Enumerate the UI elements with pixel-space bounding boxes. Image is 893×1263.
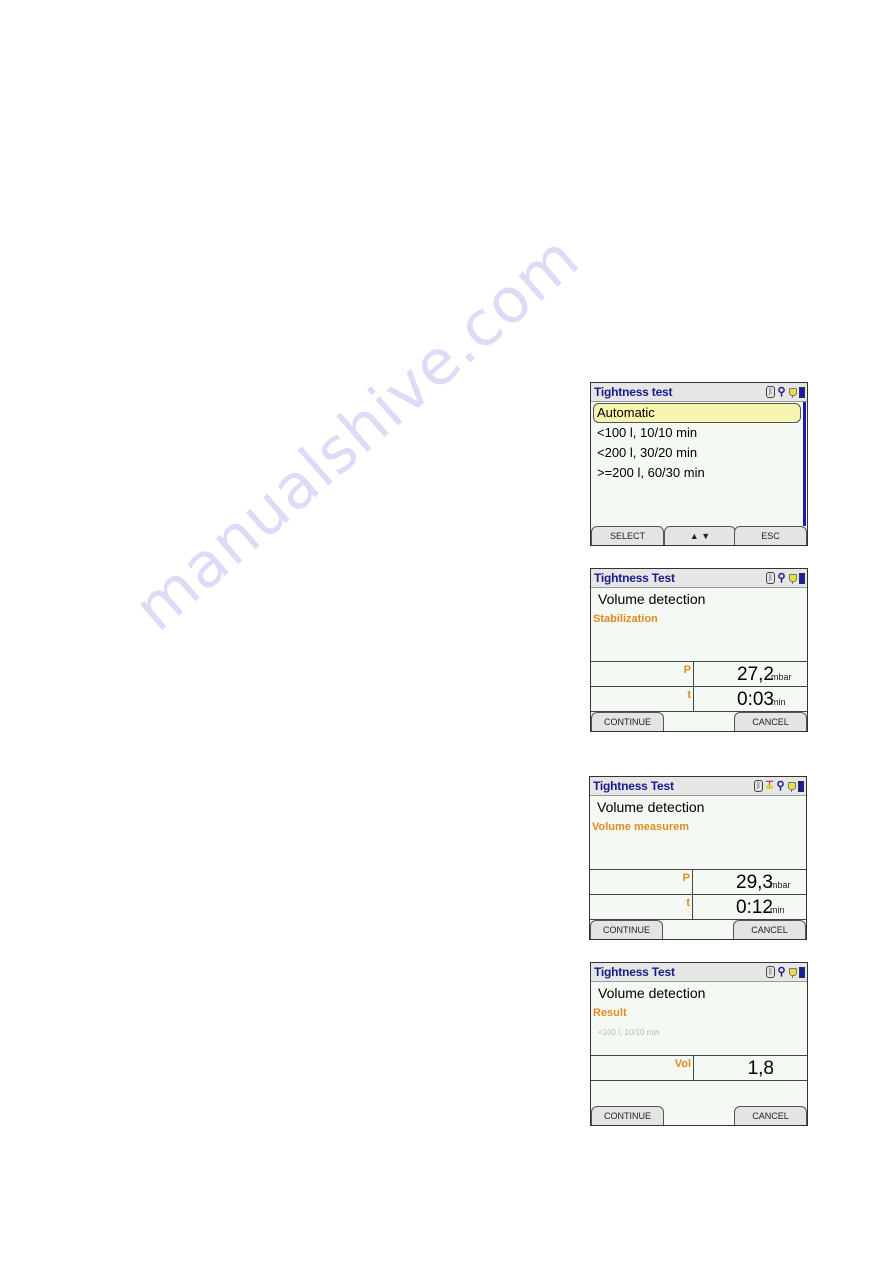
- volume-row: Vol 1,8 l: [591, 1055, 807, 1081]
- phase-label: Stabilization: [593, 613, 658, 625]
- screen-tightness-test-menu: Tightness test ᛒ ⚲ Automatic <100 l, 10/…: [590, 382, 808, 546]
- pressure-value: 27,2: [737, 664, 774, 685]
- watermark: manualshive.com: [120, 220, 593, 646]
- bluetooth-icon: ᛒ: [766, 386, 775, 398]
- volume-unit: l: [771, 1066, 773, 1076]
- heading: Volume detection: [598, 985, 706, 1001]
- volume-label: Vol: [674, 1058, 691, 1070]
- time-value: 0:03: [737, 689, 774, 710]
- usb-icon: ⚲: [777, 572, 786, 584]
- usb-icon: ⚲: [776, 780, 785, 792]
- continue-button[interactable]: CONTINUE: [591, 712, 664, 731]
- pressure-label: P: [683, 664, 691, 676]
- pressure-label: P: [682, 872, 690, 884]
- time-unit: min: [770, 905, 785, 915]
- time-row: t 0:03 min: [591, 686, 807, 712]
- screen-result: Tightness Test ᛒ ⚲ Volume detection Resu…: [590, 962, 808, 1126]
- cancel-button[interactable]: CANCEL: [734, 1106, 807, 1125]
- power-plug-icon: [787, 780, 796, 792]
- screen-title: Tightness Test: [593, 779, 674, 793]
- phase-label: Result: [593, 1007, 627, 1019]
- softkey-bar: CONTINUE CANCEL: [591, 711, 807, 731]
- heading: Volume detection: [597, 799, 705, 815]
- up-down-button[interactable]: ▲ ▼: [664, 526, 736, 545]
- softkey-bar: SELECT ▲ ▼ ESC: [591, 525, 807, 545]
- battery-icon: [798, 780, 804, 792]
- heading: Volume detection: [598, 591, 706, 607]
- power-plug-icon: [788, 572, 797, 584]
- screen-stabilization: Tightness Test ᛒ ⚲ Volume detection Stab…: [590, 568, 808, 732]
- status-icons: ᛒ ⊤ ⚲: [754, 780, 804, 792]
- time-row: t 0:12 min: [590, 894, 806, 920]
- title-bar: Tightness test ᛒ ⚲: [591, 383, 807, 402]
- screen-volume-measurement: Tightness Test ᛒ ⊤ ⚲ Volume detection Vo…: [589, 776, 807, 940]
- power-plug-icon: [788, 966, 797, 978]
- title-bar: Tightness Test ᛒ ⚲: [591, 569, 807, 588]
- phase-label: Volume measurem: [592, 821, 690, 833]
- usb-icon: ⚲: [777, 386, 786, 398]
- status-icons: ᛒ ⚲: [766, 386, 805, 398]
- pressure-row: P 29,3 mbar: [590, 869, 806, 894]
- screen-title: Tightness Test: [594, 571, 675, 585]
- usb-icon: ⚲: [777, 966, 786, 978]
- title-bar: Tightness Test ᛒ ⚲: [591, 963, 807, 982]
- test-type-list: Automatic <100 l, 10/10 min <200 l, 30/2…: [593, 403, 801, 483]
- pump-icon: ⊤: [765, 780, 774, 791]
- volume-value: 1,8: [747, 1058, 774, 1079]
- status-icons: ᛒ ⚲: [766, 966, 805, 978]
- battery-icon: [799, 572, 805, 584]
- time-unit: min: [771, 697, 786, 707]
- esc-button[interactable]: ESC: [734, 526, 807, 545]
- bluetooth-icon: ᛒ: [766, 966, 775, 978]
- screen-title: Tightness Test: [594, 965, 675, 979]
- pressure-unit: mbar: [770, 880, 791, 890]
- scrollbar[interactable]: [803, 402, 806, 526]
- pressure-unit: mbar: [771, 672, 792, 682]
- select-button[interactable]: SELECT: [591, 526, 664, 545]
- battery-icon: [799, 966, 805, 978]
- pressure-value: 29,3: [736, 872, 773, 893]
- status-icons: ᛒ ⚲: [766, 572, 805, 584]
- time-value: 0:12: [736, 897, 773, 918]
- continue-button[interactable]: CONTINUE: [590, 920, 663, 939]
- list-item-automatic[interactable]: Automatic: [593, 403, 801, 423]
- softkey-bar: CONTINUE CANCEL: [591, 1105, 807, 1125]
- cancel-button[interactable]: CANCEL: [733, 920, 806, 939]
- list-item-100l[interactable]: <100 l, 10/10 min: [593, 423, 801, 443]
- pressure-row: P 27,2 mbar: [591, 661, 807, 686]
- screen-title: Tightness test: [594, 385, 673, 399]
- time-label: t: [686, 897, 690, 909]
- title-bar: Tightness Test ᛒ ⊤ ⚲: [590, 777, 806, 796]
- list-item-over-200l[interactable]: >=200 l, 60/30 min: [593, 463, 801, 483]
- bluetooth-icon: ᛒ: [766, 572, 775, 584]
- list-item-200l[interactable]: <200 l, 30/20 min: [593, 443, 801, 463]
- bluetooth-icon: ᛒ: [754, 780, 763, 792]
- recommended-program-note: <100 l, 10/10 min: [598, 1028, 660, 1037]
- power-plug-icon: [788, 386, 797, 398]
- cancel-button[interactable]: CANCEL: [734, 712, 807, 731]
- time-label: t: [687, 689, 691, 701]
- battery-icon: [799, 386, 805, 398]
- continue-button[interactable]: CONTINUE: [591, 1106, 664, 1125]
- softkey-bar: CONTINUE CANCEL: [590, 919, 806, 939]
